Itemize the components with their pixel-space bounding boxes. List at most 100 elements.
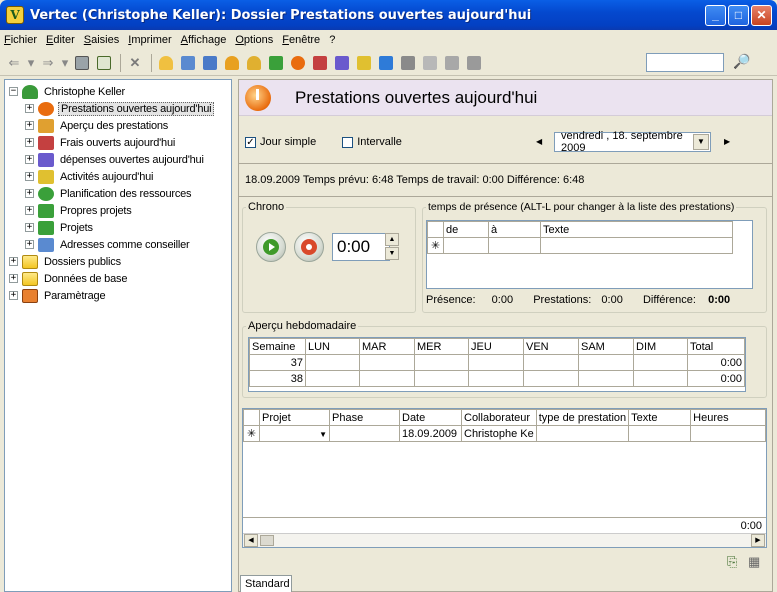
export-icon[interactable] — [442, 53, 462, 73]
cell-date[interactable]: 18.09.2009 — [399, 425, 462, 442]
cell-collaborateur[interactable]: Christophe Ke — [461, 425, 537, 442]
chevron-down-icon[interactable]: ▼ — [693, 134, 709, 150]
jour-simple-label[interactable]: Jour simple — [260, 136, 316, 148]
scroll-thumb[interactable] — [260, 535, 274, 546]
forward-arrow-icon[interactable]: ⇒ — [38, 53, 58, 73]
building-user-icon[interactable] — [200, 53, 220, 73]
tree-root[interactable]: − Christophe Keller — [9, 83, 127, 100]
menu-fenetre[interactable]: Fenêtre — [282, 34, 320, 46]
menu-fichier[interactable]: Fichier — [4, 34, 37, 46]
column-header-texte[interactable]: Texte — [540, 221, 733, 238]
forward-dropdown-icon[interactable]: ▾ — [60, 53, 70, 73]
chevron-down-icon[interactable]: ▼ — [319, 430, 327, 439]
column-header-sam[interactable]: SAM — [578, 338, 634, 355]
user-add-icon[interactable] — [244, 53, 264, 73]
menu-options[interactable]: Options — [235, 34, 273, 46]
table-row[interactable]: ✳ — [427, 237, 733, 254]
back-arrow-icon[interactable]: ⇐ — [4, 53, 24, 73]
menu-saisies[interactable]: Saisies — [84, 34, 119, 46]
tree-item-apercu-prestations[interactable]: + Aperçu des prestations — [25, 117, 170, 134]
chrono-spin-down[interactable]: ▼ — [385, 247, 399, 260]
expand-icon[interactable]: + — [25, 155, 34, 164]
column-header-type[interactable]: type de prestation — [535, 409, 630, 426]
menu-imprimer[interactable]: Imprimer — [128, 34, 171, 46]
table-row[interactable]: ✳ ▼ 18.09.2009 Christophe Ke — [243, 425, 766, 442]
tree-item-prestations-ouvertes[interactable]: + Prestations ouvertes aujourd'hui — [25, 100, 215, 117]
column-header-a[interactable]: à — [488, 221, 541, 238]
column-header-mer[interactable]: MER — [414, 338, 469, 355]
chrono-spin-up[interactable]: ▲ — [385, 233, 399, 246]
tree-folder-parametrage[interactable]: + Paramètrage — [9, 287, 107, 304]
project-icon[interactable] — [266, 53, 286, 73]
tree-item-activites[interactable]: + Activités aujourd'hui — [25, 168, 155, 185]
expand-icon[interactable]: + — [9, 257, 18, 266]
chrono-time-field[interactable]: 0:00 — [332, 233, 390, 261]
tree-view-icon[interactable] — [94, 53, 114, 73]
cell-phase[interactable] — [329, 425, 400, 442]
weekly-grid[interactable]: Semaine LUN MAR MER JEU VEN SAM DIM Tota… — [248, 337, 746, 392]
collapse-icon[interactable]: − — [9, 87, 18, 96]
scroll-left-icon[interactable]: ◀ — [244, 534, 258, 547]
mail-icon[interactable] — [420, 53, 440, 73]
intervalle-checkbox[interactable] — [342, 136, 354, 148]
jour-simple-checkbox[interactable]: ✓ — [245, 136, 256, 148]
chrono-start-button[interactable] — [256, 232, 286, 262]
chrono-stop-button[interactable] — [294, 232, 324, 262]
expand-icon[interactable]: + — [25, 206, 34, 215]
next-day-icon[interactable]: ▶ — [724, 137, 730, 146]
back-dropdown-icon[interactable]: ▾ — [26, 53, 36, 73]
table-row[interactable]: 38 0:00 — [249, 370, 745, 387]
folder-icon[interactable] — [398, 53, 418, 73]
menu-help[interactable]: ? — [329, 34, 335, 46]
tree-item-frais-ouverts[interactable]: + Frais ouverts aujourd'hui — [25, 134, 177, 151]
date-picker[interactable]: vendredi , 18. septembre 2009 ▼ — [554, 130, 711, 154]
expand-icon[interactable]: + — [25, 223, 34, 232]
intervalle-label[interactable]: Intervalle — [357, 136, 402, 148]
grid-view-icon[interactable]: ▦ — [748, 554, 760, 570]
tree-item-planification[interactable]: + Planification des ressources — [25, 185, 193, 202]
column-header-de[interactable]: de — [443, 221, 489, 238]
tree-item-adresses[interactable]: + Adresses comme conseiller — [25, 236, 192, 253]
menu-affichage[interactable]: Affichage — [181, 34, 227, 46]
tree-folder-dossiers-publics[interactable]: + Dossiers publics — [9, 253, 123, 270]
building-icon[interactable] — [178, 53, 198, 73]
table-row[interactable]: 37 0:00 — [249, 354, 745, 371]
cell-heures[interactable] — [690, 425, 766, 442]
new-document-icon[interactable]: ⎘ — [727, 554, 737, 570]
cell-texte[interactable] — [628, 425, 692, 442]
cell-type[interactable] — [535, 425, 630, 442]
invoice-icon[interactable] — [332, 53, 352, 73]
expand-icon[interactable]: + — [25, 104, 34, 113]
column-header-total[interactable]: Total — [687, 338, 745, 355]
expand-icon[interactable]: + — [9, 274, 18, 283]
expand-icon[interactable]: + — [25, 172, 34, 181]
column-header-projet[interactable]: Projet — [259, 409, 330, 426]
column-header-dim[interactable]: DIM — [633, 338, 688, 355]
column-header-semaine[interactable]: Semaine — [249, 338, 306, 355]
column-header-heures[interactable]: Heures — [690, 409, 766, 426]
activity-icon[interactable] — [354, 53, 374, 73]
column-header-date[interactable]: Date — [399, 409, 462, 426]
chart-icon[interactable] — [464, 53, 484, 73]
tab-standard[interactable]: Standard — [240, 575, 292, 592]
tree-item-propres-projets[interactable]: + Propres projets — [25, 202, 134, 219]
column-header-ven[interactable]: VEN — [523, 338, 579, 355]
column-header-texte[interactable]: Texte — [628, 409, 692, 426]
column-header-lun[interactable]: LUN — [305, 338, 360, 355]
tree-item-projets[interactable]: + Projets — [25, 219, 95, 236]
user-icon[interactable] — [156, 53, 176, 73]
expand-icon[interactable]: + — [9, 291, 18, 300]
expand-icon[interactable]: + — [25, 189, 34, 198]
services-grid[interactable]: Projet Phase Date Collaborateur type de … — [242, 408, 767, 548]
expand-icon[interactable]: + — [25, 121, 34, 130]
minimize-button[interactable]: _ — [705, 5, 726, 26]
delete-icon[interactable]: ✕ — [125, 53, 145, 73]
horizontal-scrollbar[interactable]: ◀ ▶ — [243, 533, 766, 547]
scroll-right-icon[interactable]: ▶ — [751, 534, 765, 547]
close-button[interactable]: ✕ — [751, 5, 772, 26]
users-icon[interactable] — [222, 53, 242, 73]
tree-item-depenses-ouvertes[interactable]: + dépenses ouvertes aujourd'hui — [25, 151, 206, 168]
presence-grid[interactable]: de à Texte ✳ — [426, 220, 753, 289]
calculator-icon[interactable] — [72, 53, 92, 73]
cell-de[interactable] — [443, 237, 489, 254]
